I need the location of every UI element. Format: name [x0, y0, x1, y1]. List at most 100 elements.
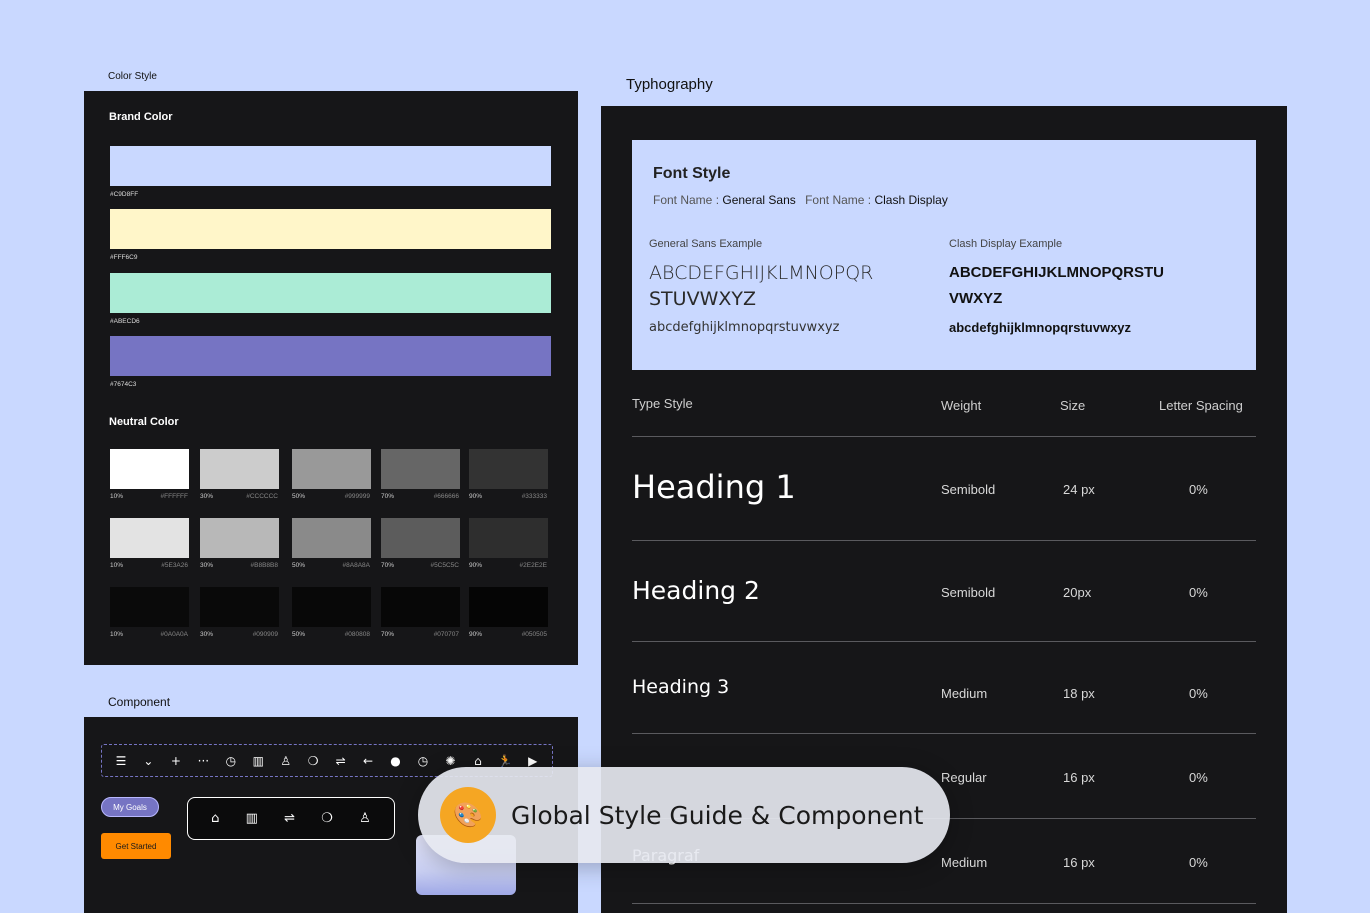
neutral-hex-label: #333333	[521, 493, 547, 500]
clash-lower: abcdefghijklmnopqrstuvwxyz	[949, 320, 1132, 335]
type-style-weight: Regular	[941, 770, 987, 785]
type-style-size: 16 px	[1063, 855, 1095, 870]
menu-lines-icon[interactable]: ☰	[112, 754, 130, 768]
neutral-pct-label: 90%	[469, 562, 483, 569]
type-style-spacing: 0%	[1189, 482, 1208, 497]
play-icon[interactable]: ▶	[524, 754, 542, 768]
brand-swatch-3[interactable]	[110, 273, 551, 313]
neutral-swatch[interactable]	[200, 449, 279, 489]
font-name-label-1: Font Name :	[653, 193, 723, 207]
row-divider	[632, 641, 1256, 642]
neutral-hex-label: #5C5C5C	[430, 562, 459, 569]
shapes-icon[interactable]: ❍	[304, 754, 322, 768]
neutral-swatch[interactable]	[110, 518, 189, 558]
scan-icon[interactable]: ⇌	[332, 754, 350, 768]
neutral-hex-label: #2E2E2E	[519, 562, 547, 569]
type-style-weight: Medium	[941, 686, 988, 701]
home-icon[interactable]: ⌂	[211, 811, 219, 826]
col-weight: Weight	[941, 398, 982, 413]
brand-swatch-2[interactable]	[110, 209, 551, 249]
neutral-hex-label: #8A8A8A	[342, 562, 370, 569]
neutral-swatch[interactable]	[469, 518, 548, 558]
brand-hex-1: #C9D8FF	[110, 191, 139, 198]
neutral-swatch[interactable]	[110, 587, 189, 627]
neutral-hex-label: #050505	[521, 631, 547, 638]
neutral-swatch[interactable]	[381, 449, 460, 489]
type-style-size: 18 px	[1063, 686, 1095, 701]
type-style-weight: Semibold	[941, 482, 996, 497]
neutral-swatch[interactable]	[200, 518, 279, 558]
runner-icon[interactable]: 🏃	[496, 754, 514, 768]
general-example-label: General Sans Example	[649, 238, 763, 250]
clash-upper-2: VWXYZ	[949, 290, 1003, 307]
col-type-style: Type Style	[632, 396, 693, 411]
neutral-hex-label: #080808	[344, 631, 370, 638]
neutral-swatch[interactable]	[292, 518, 371, 558]
brand-hex-2: #FFF6C9	[110, 254, 138, 261]
neutral-hex-label: #070707	[433, 631, 459, 638]
neutral-swatch[interactable]	[110, 449, 189, 489]
font-name-2: Clash Display	[874, 193, 948, 207]
chart-icon[interactable]: ▥	[246, 811, 258, 826]
neutral-pct-label: 30%	[200, 631, 214, 638]
type-style-spacing: 0%	[1189, 585, 1208, 600]
arrow-left-icon[interactable]: ←	[359, 754, 377, 768]
neutral-pct-label: 70%	[381, 562, 395, 569]
brand-swatch-4[interactable]	[110, 336, 551, 376]
type-style-name: Heading 1	[632, 468, 796, 506]
neutral-pct-label: 10%	[110, 562, 124, 569]
row-divider	[632, 903, 1256, 904]
font-name-1: General Sans	[722, 193, 796, 207]
general-lower: abcdefghijklmnopqrstuvwxyz	[649, 320, 840, 335]
neutral-hex-label: #CCCCCC	[246, 493, 278, 500]
get-started-button[interactable]: Get Started	[101, 833, 171, 859]
timer-icon[interactable]: ◷	[222, 754, 240, 768]
title-banner: 🎨 Global Style Guide & Component	[418, 767, 950, 863]
neutral-swatch[interactable]	[469, 449, 548, 489]
neutral-pct-label: 90%	[469, 493, 483, 500]
neutral-pct-label: 10%	[110, 493, 124, 500]
neutral-swatch[interactable]	[292, 587, 371, 627]
font-names-line: Font Name : General Sans Font Name : Cla…	[653, 193, 948, 207]
neutral-pct-label: 30%	[200, 562, 214, 569]
neutral-swatch[interactable]	[469, 587, 548, 627]
font-style-title: Font Style	[653, 165, 731, 182]
neutral-swatch[interactable]	[292, 449, 371, 489]
type-style-weight: Medium	[941, 855, 988, 870]
type-style-name: Heading 3	[632, 676, 730, 698]
neutral-pct-label: 90%	[469, 631, 483, 638]
type-style-spacing: 0%	[1189, 770, 1208, 785]
sun-icon[interactable]: ✺	[441, 754, 459, 768]
shapes-icon[interactable]: ❍	[321, 811, 333, 826]
clock-filled-icon[interactable]: ●	[387, 754, 405, 768]
chevron-down-icon[interactable]: ⌄	[139, 754, 157, 768]
neutral-swatch[interactable]	[381, 587, 460, 627]
user-icon[interactable]: ♙	[277, 754, 295, 768]
row-divider	[632, 540, 1256, 541]
typography-label: Typhography	[626, 76, 713, 93]
chart-icon[interactable]: ▥	[249, 754, 267, 768]
home-filled-icon[interactable]: ⌂	[469, 754, 487, 768]
user-icon[interactable]: ♙	[359, 811, 371, 826]
neutral-swatch[interactable]	[200, 587, 279, 627]
neutral-hex-label: #090909	[252, 631, 278, 638]
color-style-panel: Brand Color #C9D8FF #FFF6C9 #ABECD6 #767…	[84, 91, 578, 665]
brand-hex-3: #ABECD6	[110, 318, 140, 325]
scan-icon[interactable]: ⇌	[284, 811, 295, 826]
neutral-pct-label: 50%	[292, 562, 306, 569]
font-name-label-2: Font Name :	[805, 193, 875, 207]
neutral-pct-label: 70%	[381, 631, 395, 638]
neutral-swatch[interactable]	[381, 518, 460, 558]
timer-outline-icon[interactable]: ◷	[414, 754, 432, 768]
brand-hex-4: #7674C3	[110, 381, 137, 388]
type-style-spacing: 0%	[1189, 686, 1208, 701]
plus-icon[interactable]: +	[167, 754, 185, 768]
brand-color-title: Brand Color	[109, 111, 173, 123]
neutral-hex-label: #5E3A26	[161, 562, 188, 569]
brand-swatch-1[interactable]	[110, 146, 551, 186]
more-dots-icon[interactable]: ···	[194, 754, 212, 768]
my-goals-pill[interactable]: My Goals	[101, 797, 159, 817]
type-style-size: 20px	[1063, 585, 1092, 600]
palette-icon: 🎨	[440, 787, 496, 843]
neutral-color-title: Neutral Color	[109, 416, 179, 428]
